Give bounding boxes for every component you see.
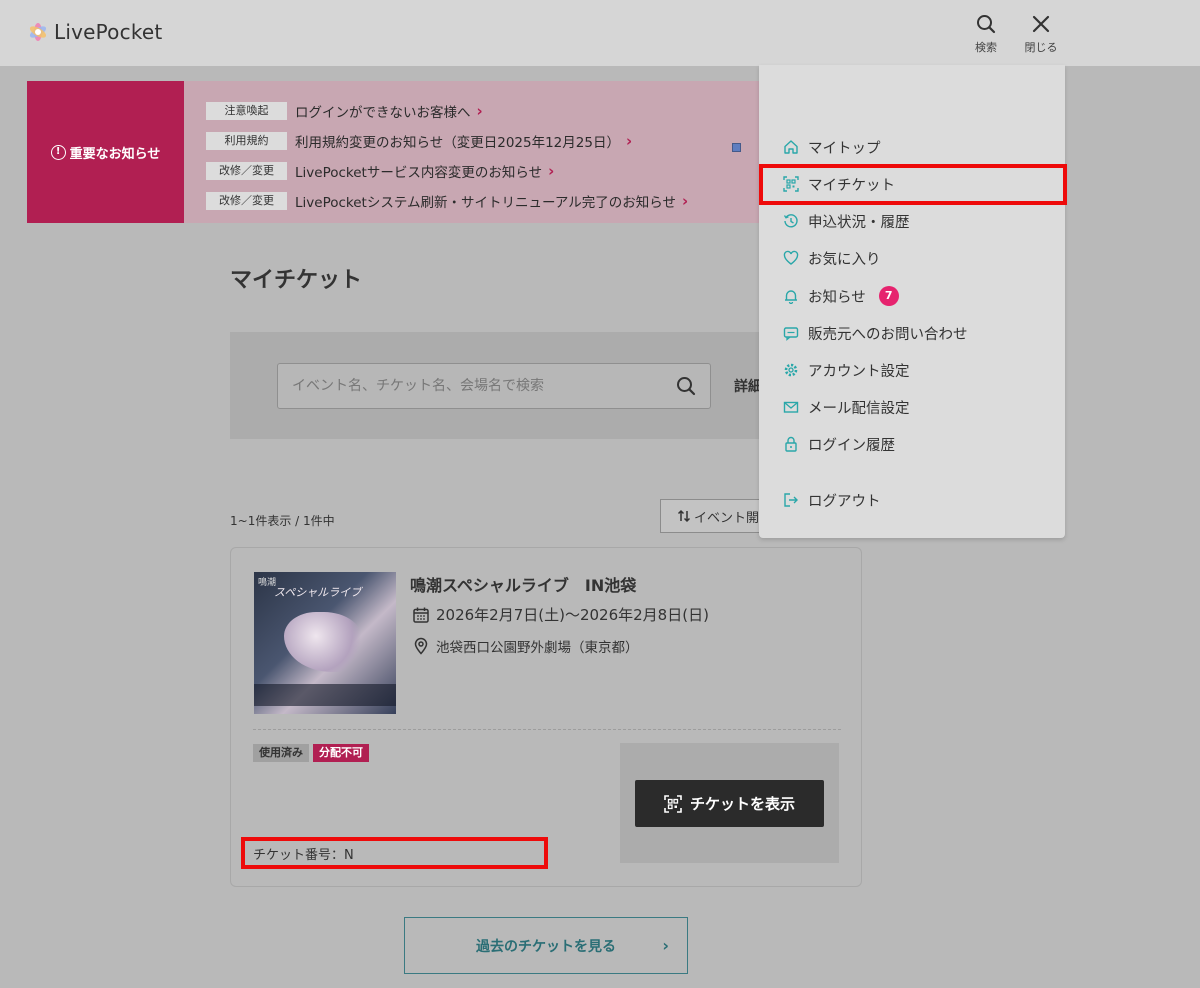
sort-icon [677, 509, 691, 523]
chevron-right-icon: › [682, 191, 689, 210]
notice-list: 注意喚起 ログインができないお客様へ › 利用規約 利用規約変更のお知らせ（変更… [184, 81, 688, 223]
event-date: 2026年2月7日(土)～2026年2月8日(日) [436, 606, 709, 624]
menu-item-label: ログイン履歴 [808, 437, 895, 454]
thumbnail-figure [284, 612, 364, 672]
alert-icon: ! [50, 144, 66, 160]
site-header: LivePocket 検索 閉じる [0, 0, 1200, 66]
heart-icon [783, 250, 799, 266]
bell-icon [783, 288, 799, 304]
menu-item-favorites[interactable]: お気に入り [759, 243, 1065, 273]
logo-text: LivePocket [54, 20, 163, 44]
header-search-button[interactable]: 検索 [963, 14, 1009, 55]
location-pin-icon [414, 637, 428, 655]
menu-item-account-settings[interactable]: アカウント設定 [759, 355, 1065, 385]
notice-item[interactable]: 改修／変更 LivePocketサービス内容変更のお知らせ › [206, 156, 688, 186]
menu-item-label: 申込状況・履歴 [808, 214, 910, 231]
menu-item-mytop[interactable]: マイトップ [759, 132, 1065, 162]
home-icon [783, 139, 799, 155]
logout-icon [783, 492, 799, 508]
event-date-row: 2026年2月7日(土)～2026年2月8日(日) [412, 604, 709, 625]
account-menu: マイトップ マイチケット 申込状況・履歴 お気に入り お知らせ 7 販売元へのお… [759, 65, 1065, 538]
important-notice-banner: ! 重要なお知らせ 注意喚起 ログインができないお客様へ › 利用規約 利用規約… [27, 81, 787, 223]
qr-ticket-icon [664, 794, 682, 813]
notice-heading: ! 重要なお知らせ [27, 81, 184, 223]
notice-pager-dot[interactable] [732, 143, 741, 152]
mail-icon [783, 399, 799, 415]
result-count: 1~1件表示 / 1件中 [230, 514, 335, 528]
chevron-right-icon: › [625, 131, 633, 150]
calendar-icon [413, 607, 429, 623]
notification-count-badge: 7 [878, 286, 899, 306]
event-venue: 池袋西口公園野外劇場（東京都） [436, 640, 639, 656]
history-icon [783, 213, 799, 229]
menu-item-notifications[interactable]: お知らせ 7 [759, 281, 1065, 311]
search-icon [977, 15, 996, 34]
menu-item-label: ログアウト [808, 493, 881, 510]
show-ticket-panel: チケットを表示 [620, 743, 839, 863]
close-icon [1032, 15, 1050, 33]
menu-item-mail-settings[interactable]: メール配信設定 [759, 392, 1065, 422]
sort-button[interactable]: イベント開 [660, 499, 770, 533]
page-title: マイチケット [230, 268, 363, 293]
menu-item-login-history[interactable]: ログイン履歴 [759, 429, 1065, 459]
past-tickets-label: 過去のチケットを見る [476, 938, 616, 955]
lock-icon [783, 436, 799, 452]
event-venue-row: 池袋西口公園野外劇場（東京都） [412, 636, 639, 656]
header-search-label: 検索 [975, 41, 997, 54]
notice-item[interactable]: 改修／変更 LivePocketシステム刷新・サイトリニューアル完了のお知らせ … [206, 186, 688, 216]
ticket-number-highlight [241, 837, 548, 869]
menu-item-label: 販売元へのお問い合わせ [808, 326, 968, 343]
thumbnail-footer [254, 684, 396, 706]
chevron-right-icon: › [548, 161, 555, 180]
search-box [277, 363, 711, 409]
card-divider [253, 729, 841, 730]
menu-item-label: メール配信設定 [808, 400, 910, 417]
notice-text: 利用規約変更のお知らせ（変更日2025年12月25日） [295, 135, 620, 151]
menu-item-label: お知らせ [808, 289, 866, 306]
badge-used: 使用済み [253, 744, 309, 762]
search-icon[interactable] [676, 376, 696, 396]
chevron-right-icon: › [476, 101, 483, 120]
notice-item[interactable]: 利用規約 利用規約変更のお知らせ（変更日2025年12月25日） › [206, 126, 688, 156]
detail-search-link[interactable]: 詳細 [734, 376, 762, 396]
thumbnail-title: スペシャルライブ [274, 586, 362, 599]
notice-tag: 利用規約 [206, 132, 287, 150]
chat-icon [783, 325, 799, 341]
menu-item-label: お気に入り [808, 251, 881, 268]
badge-no-distribution: 分配不可 [313, 744, 369, 762]
menu-item-label: マイトップ [808, 140, 881, 157]
notice-text: ログインができないお客様へ [295, 105, 471, 121]
notice-tag: 改修／変更 [206, 162, 287, 180]
menu-item-history[interactable]: 申込状況・履歴 [759, 206, 1065, 236]
past-tickets-button[interactable]: 過去のチケットを見る › [404, 917, 688, 974]
logo[interactable]: LivePocket [26, 20, 162, 44]
ticket-badges: 使用済み 分配不可 [253, 744, 369, 762]
notice-heading-label: 重要なお知らせ [69, 146, 161, 162]
gear-icon [783, 362, 799, 378]
event-title[interactable]: 鳴潮スペシャルライブ IN池袋 [410, 572, 636, 596]
ticket-card: 鳴潮 スペシャルライブ 鳴潮スペシャルライブ IN池袋 2026年2月7日(土)… [230, 547, 862, 887]
sort-label: イベント開 [694, 510, 760, 526]
notice-tag: 改修／変更 [206, 192, 287, 210]
myticket-menu-highlight [759, 164, 1067, 205]
search-panel: 詳細 [230, 332, 770, 439]
chevron-right-icon: › [662, 936, 669, 955]
notice-text: LivePocketシステム刷新・サイトリニューアル完了のお知らせ [295, 195, 676, 211]
menu-item-label: アカウント設定 [808, 363, 910, 380]
header-close-button[interactable]: 閉じる [1018, 14, 1064, 55]
notice-text: LivePocketサービス内容変更のお知らせ [295, 165, 543, 181]
event-thumbnail[interactable]: 鳴潮 スペシャルライブ [254, 572, 396, 714]
search-input[interactable] [278, 364, 668, 408]
header-close-label: 閉じる [1024, 41, 1058, 54]
notice-item[interactable]: 注意喚起 ログインができないお客様へ › [206, 96, 688, 126]
menu-item-contact[interactable]: 販売元へのお問い合わせ [759, 318, 1065, 348]
livepocket-logo-icon [29, 23, 47, 41]
show-ticket-label: チケットを表示 [689, 795, 795, 813]
menu-item-logout[interactable]: ログアウト [759, 485, 1065, 515]
show-ticket-button[interactable]: チケットを表示 [635, 780, 824, 827]
notice-tag: 注意喚起 [206, 102, 287, 120]
